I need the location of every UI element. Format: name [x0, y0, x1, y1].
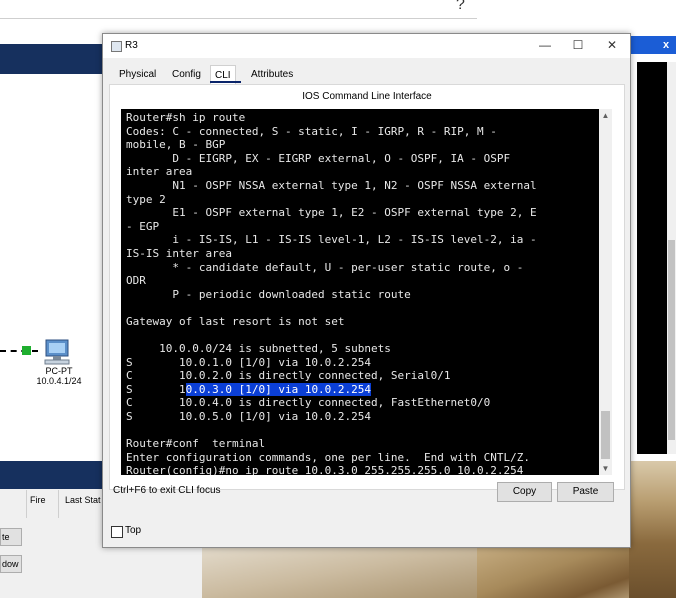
- route-code: C: [126, 396, 179, 410]
- scroll-up-icon[interactable]: ▲: [599, 109, 612, 122]
- terminal-line: Router#conf terminal: [126, 437, 266, 451]
- pc-ip-label: 10.0.4.1/24: [36, 376, 82, 386]
- terminal-line: S 10.0.1.0 [1/0] via 10.0.2.254: [126, 355, 372, 369]
- route-text: 10.0.4.0 is directly connected, FastEthe…: [178, 396, 491, 410]
- background-terminal: [637, 62, 667, 454]
- background-bottom-panel: [102, 545, 202, 598]
- terminal-line-selected: S 10.0.3.0 [1/0] via 10.0.2.254: [126, 382, 537, 397]
- dialog-title: R3: [125, 40, 138, 51]
- network-cable: [0, 350, 38, 352]
- terminal-line: Gateway of last resort is not set: [126, 314, 345, 328]
- maximize-button[interactable]: ☐: [561, 34, 595, 58]
- terminal-line: mobile, B - BGP: [126, 138, 226, 152]
- background-area: [477, 0, 676, 36]
- cli-focus-hint: Ctrl+F6 to exit CLI focus: [113, 485, 221, 496]
- terminal-line: type 2: [126, 192, 166, 206]
- tab-physical[interactable]: Physical: [115, 65, 160, 84]
- terminal-line: C 10.0.2.0 is directly connected, Serial…: [126, 369, 451, 383]
- active-tab-indicator: [210, 81, 241, 83]
- scrollbar-thumb[interactable]: [601, 411, 610, 459]
- copy-button[interactable]: Copy: [497, 482, 552, 502]
- terminal-line: - EGP: [126, 219, 160, 233]
- terminal-line: i - IS-IS, L1 - IS-IS level-1, L2 - IS-I…: [126, 233, 537, 247]
- router-dialog: R3 — ☐ ✕ Physical Config CLI Attributes …: [102, 33, 631, 548]
- terminal-line: E1 - OSPF external type 1, E2 - OSPF ext…: [126, 206, 537, 220]
- terminal-line: Codes: C - connected, S - static, I - IG…: [126, 124, 497, 138]
- scroll-down-icon[interactable]: ▼: [599, 462, 612, 475]
- terminal-line: * - candidate default, U - per-user stat…: [126, 260, 524, 274]
- terminal-line: ODR: [126, 274, 146, 288]
- background-window-close-button[interactable]: x: [656, 38, 676, 52]
- pc-label: PC-PT 10.0.4.1/24: [34, 366, 84, 386]
- terminal-line: 10.0.0.0/24 is subnetted, 5 subnets: [126, 342, 391, 356]
- column-header-fire[interactable]: Fire: [30, 495, 46, 505]
- background-scrollbar-thumb[interactable]: [668, 240, 675, 440]
- help-icon[interactable]: ?: [456, 0, 465, 14]
- column-header-last-status[interactable]: Last Stat: [65, 495, 101, 505]
- paste-button[interactable]: Paste: [557, 482, 614, 502]
- selected-line-prefix: S 1: [126, 382, 186, 396]
- terminal-line: P - periodic downloaded static route: [126, 287, 411, 301]
- cli-panel: IOS Command Line Interface Router#sh ip …: [109, 84, 625, 490]
- background-button[interactable]: te: [0, 528, 22, 546]
- top-checkbox[interactable]: [111, 526, 123, 538]
- pc-device-icon[interactable]: [40, 338, 74, 366]
- terminal-line: C 10.0.4.0 is directly connected, FastEt…: [126, 396, 537, 410]
- cli-terminal[interactable]: Router#sh ip route Codes: C - connected, …: [121, 109, 612, 475]
- terminal-line: Router#sh ip route: [126, 111, 246, 124]
- terminal-output[interactable]: Router#sh ip route Codes: C - connected, …: [126, 111, 537, 475]
- terminal-scrollbar[interactable]: ▲ ▼: [599, 109, 612, 475]
- table-divider: [58, 490, 59, 518]
- pc-type-label: PC-PT: [45, 366, 73, 376]
- tab-attributes[interactable]: Attributes: [247, 65, 297, 84]
- terminal-line: N1 - OSPF NSSA external type 1, N2 - OSP…: [126, 178, 537, 192]
- workspace-canvas[interactable]: [0, 74, 102, 464]
- desktop-wallpaper: [202, 545, 477, 598]
- terminal-line: S 10.0.5.0 [1/0] via 10.0.2.254: [126, 410, 372, 424]
- tab-config[interactable]: Config: [168, 65, 205, 84]
- minimize-button[interactable]: —: [528, 34, 562, 58]
- text-selection[interactable]: 0.0.3.0 [1/0] via 10.0.2.254: [185, 382, 372, 396]
- panel-title: IOS Command Line Interface: [302, 91, 432, 102]
- top-checkbox-label: Top: [125, 525, 142, 536]
- background-button[interactable]: dow: [0, 555, 22, 573]
- close-button[interactable]: ✕: [595, 34, 629, 58]
- window-app-icon: [111, 41, 122, 52]
- terminal-line: inter area: [126, 165, 193, 179]
- link-status-icon: [22, 346, 31, 355]
- background-header-bar: [0, 44, 102, 74]
- terminal-line: D - EIGRP, EX - EIGRP external, O - OSPF…: [126, 151, 511, 165]
- dialog-titlebar[interactable]: R3 — ☐ ✕: [103, 34, 630, 58]
- background-nav-bar: [0, 461, 102, 489]
- terminal-line: IS-IS inter area: [126, 246, 232, 260]
- table-divider: [26, 490, 27, 518]
- terminal-line: Router(config)#no ip route 10.0.3.0 255.…: [126, 464, 524, 475]
- terminal-line: Enter configuration commands, one per li…: [126, 450, 530, 464]
- background-toolbar: [0, 0, 477, 19]
- desktop-wallpaper: [629, 461, 676, 598]
